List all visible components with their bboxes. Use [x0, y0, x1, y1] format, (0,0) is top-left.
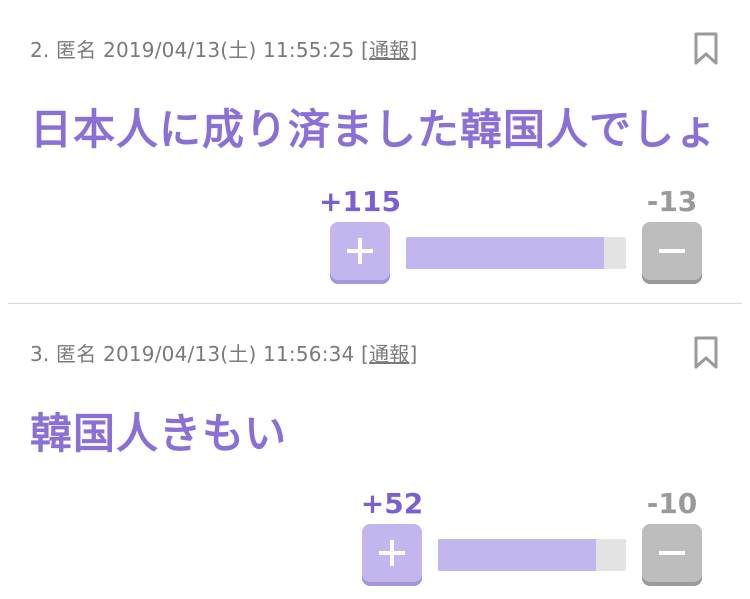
comment-datetime: 2019/04/13(土) 11:55:25 — [103, 38, 355, 62]
report-link[interactable]: 通報 — [369, 342, 409, 366]
vote-ratio-fill — [438, 539, 596, 571]
bookmark-icon[interactable] — [693, 336, 719, 370]
minus-vote-button[interactable] — [642, 222, 702, 280]
plus-count: +52 — [360, 487, 424, 520]
comment-number: 3. — [30, 342, 50, 366]
minus-vote-button[interactable] — [642, 524, 702, 582]
plus-icon — [379, 540, 405, 566]
plus-icon — [347, 238, 373, 264]
report-bracket-open: [ — [361, 342, 370, 366]
report-link[interactable]: 通報 — [369, 38, 409, 62]
report-bracket-open: [ — [361, 38, 370, 62]
bookmark-icon[interactable] — [693, 32, 719, 66]
minus-count: -10 — [646, 487, 698, 520]
report-bracket-close: ] — [409, 38, 418, 62]
plus-vote-button[interactable] — [362, 524, 422, 582]
minus-count: -13 — [646, 185, 698, 218]
plus-count: +115 — [319, 185, 401, 218]
comment-item: 2. 匿名 2019/04/13(土) 11:55:25 [通報] 日本人に成り… — [0, 0, 750, 303]
comment-author: 匿名 — [56, 342, 97, 366]
report-bracket-close: ] — [409, 342, 418, 366]
comment-datetime: 2019/04/13(土) 11:56:34 — [103, 342, 355, 366]
comment-item: 3. 匿名 2019/04/13(土) 11:56:34 [通報] 韓国人きもい… — [0, 304, 750, 599]
comment-text: 韓国人きもい — [30, 409, 288, 458]
minus-icon — [659, 249, 685, 253]
comment-number: 2. — [30, 38, 50, 62]
comment-meta: 2. 匿名 2019/04/13(土) 11:55:25 [通報] — [30, 34, 417, 63]
minus-icon — [659, 551, 685, 555]
vote-ratio-bar — [406, 237, 626, 269]
plus-vote-button[interactable] — [330, 222, 390, 280]
comment-text: 日本人に成り済ました韓国人でしょ — [30, 105, 719, 154]
vote-ratio-fill — [406, 237, 604, 269]
vote-ratio-bar — [438, 539, 626, 571]
comment-author: 匿名 — [56, 38, 97, 62]
comment-meta: 3. 匿名 2019/04/13(土) 11:56:34 [通報] — [30, 338, 417, 367]
